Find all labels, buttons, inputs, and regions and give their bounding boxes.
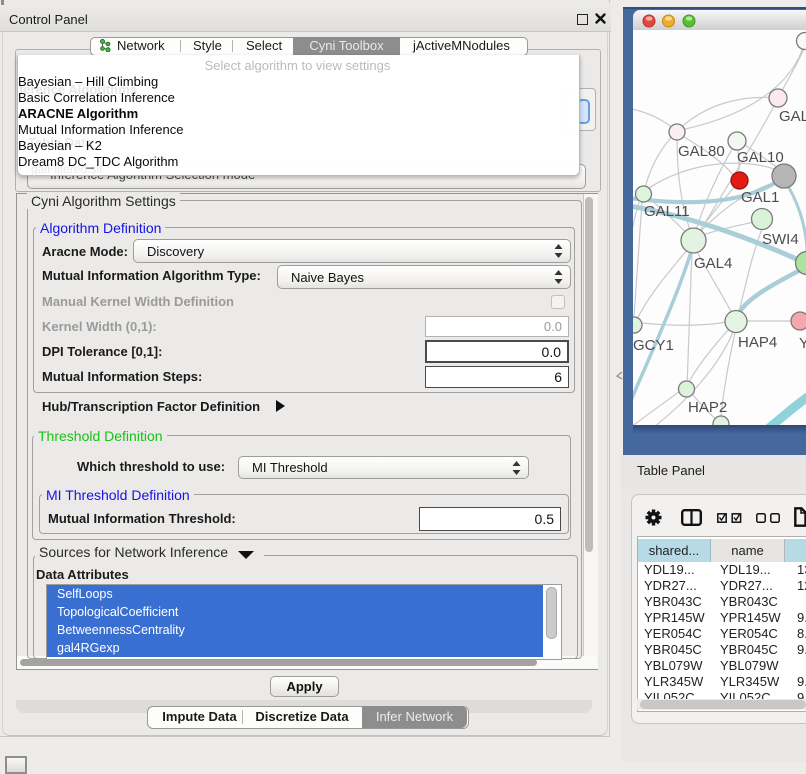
svg-text:GAL4: GAL4: [694, 255, 732, 272]
svg-text:HAP2: HAP2: [688, 399, 727, 416]
svg-text:Y: Y: [799, 335, 806, 352]
svg-text:GAL10: GAL10: [737, 149, 784, 166]
svg-text:HAP4: HAP4: [738, 334, 777, 351]
svg-text:GAL11: GAL11: [644, 203, 690, 220]
svg-text:SWI4: SWI4: [762, 231, 799, 248]
svg-text:GAL1: GAL1: [741, 189, 779, 206]
svg-text:GAL7: GAL7: [779, 108, 806, 125]
svg-text:GAL80: GAL80: [678, 143, 725, 160]
svg-text:GCY1: GCY1: [633, 337, 674, 354]
